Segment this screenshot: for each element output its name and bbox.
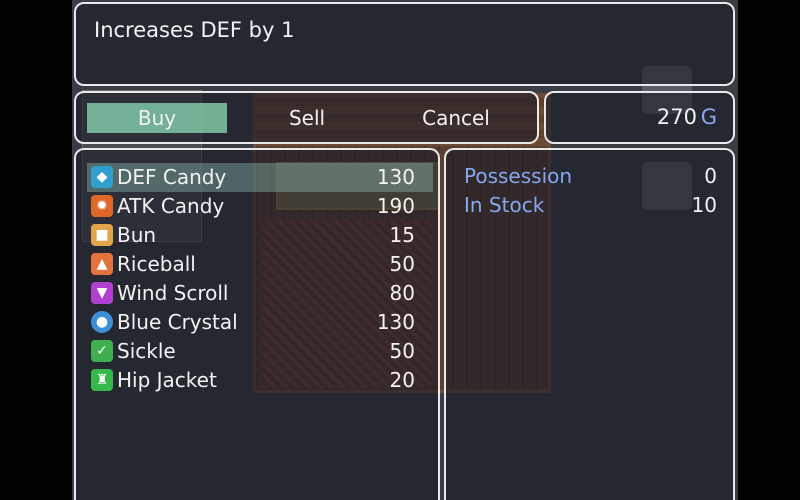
shop-item-row[interactable]: ✹ ATK Candy 190 (87, 192, 433, 221)
shop-item-row[interactable]: ◆ DEF Candy 130 (87, 163, 433, 192)
item-name: DEF Candy (117, 165, 227, 189)
wind-scroll-icon: ▼ (91, 282, 113, 304)
possession-value: 0 (704, 164, 717, 188)
hip-jacket-icon: ♜ (91, 369, 113, 391)
shop-status-window: Possession 0 In Stock 10 (444, 148, 735, 500)
item-price: 130 (376, 165, 415, 189)
in-stock-value: 10 (691, 193, 717, 217)
shop-item-row[interactable]: ▲ Riceball 50 (87, 250, 433, 279)
shop-item-row[interactable]: ■ Bun 15 (87, 221, 433, 250)
shop-command-window: Buy Sell Cancel (74, 91, 539, 144)
sickle-icon: ✓ (91, 340, 113, 362)
item-price: 190 (376, 194, 415, 218)
gold-window: 270 G (544, 91, 735, 144)
item-price: 80 (389, 281, 415, 305)
shop-item-row[interactable]: ▼ Wind Scroll 80 (87, 279, 433, 308)
item-price: 15 (389, 223, 415, 247)
item-description: Increases DEF by 1 (94, 18, 295, 42)
shop-item-row[interactable]: ♜ Hip Jacket 20 (87, 366, 433, 395)
def-candy-icon: ◆ (91, 166, 113, 188)
item-price: 20 (389, 368, 415, 392)
item-price: 50 (389, 252, 415, 276)
help-window: Increases DEF by 1 (74, 2, 735, 86)
atk-candy-icon: ✹ (91, 195, 113, 217)
item-name: Blue Crystal (117, 310, 238, 334)
gold-unit: G (700, 105, 717, 129)
riceball-icon: ▲ (91, 253, 113, 275)
item-name: Riceball (117, 252, 196, 276)
item-price: 50 (389, 339, 415, 363)
blue-crystal-icon: ● (91, 311, 113, 333)
shop-item-row[interactable]: ✓ Sickle 50 (87, 337, 433, 366)
buy-list-window: ◆ DEF Candy 130 ✹ ATK Candy 190 ■ Bun 15… (74, 148, 440, 500)
bun-icon: ■ (91, 224, 113, 246)
item-name: ATK Candy (117, 194, 225, 218)
item-name: Wind Scroll (117, 281, 229, 305)
possession-label: Possession (464, 164, 573, 188)
gold-amount: 270 (656, 105, 697, 129)
item-price: 130 (376, 310, 415, 334)
in-stock-label: In Stock (464, 193, 545, 217)
buy-command[interactable]: Buy (87, 103, 227, 133)
item-name: Hip Jacket (117, 368, 217, 392)
sell-command[interactable]: Sell (237, 103, 377, 133)
cancel-command[interactable]: Cancel (386, 103, 526, 133)
shop-item-row[interactable]: ● Blue Crystal 130 (87, 308, 433, 337)
item-name: Bun (117, 223, 157, 247)
item-name: Sickle (117, 339, 176, 363)
